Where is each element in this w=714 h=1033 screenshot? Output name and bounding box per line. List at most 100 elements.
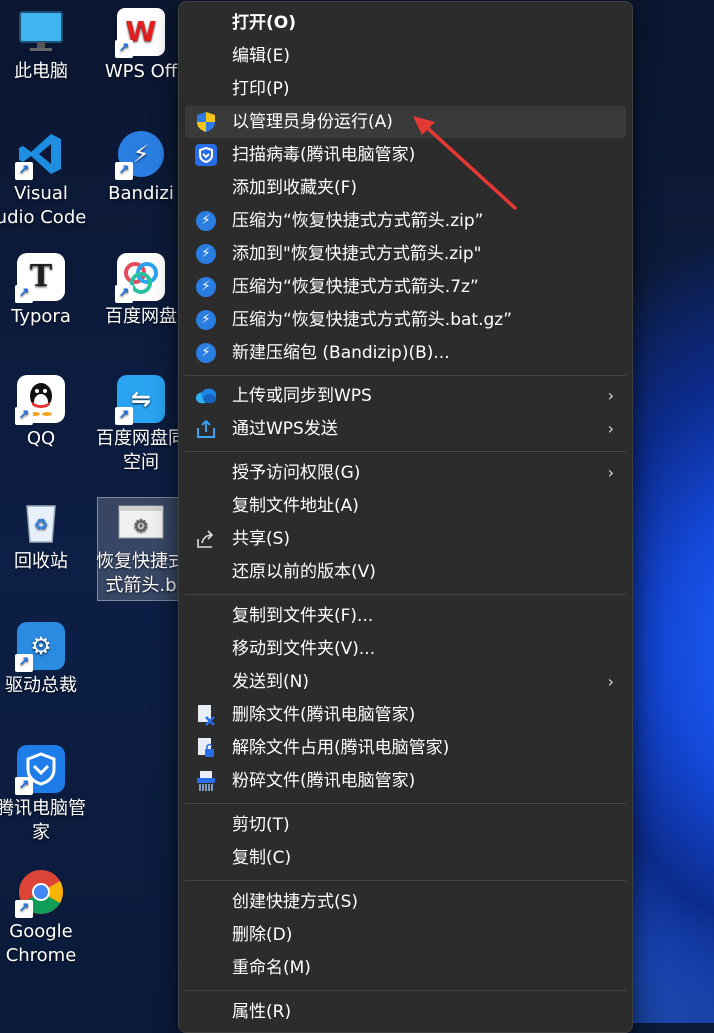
menu-item-label: 压缩为“恢复快捷式方式箭头.7z” bbox=[232, 277, 479, 297]
menu-item-label: 删除(D) bbox=[232, 925, 293, 945]
icon-label: 百度网盘同 空间 bbox=[96, 428, 186, 473]
menu-item-edit[interactable]: 编辑(E) bbox=[185, 40, 626, 72]
desktop-icon-qq[interactable]: ↗ QQ bbox=[0, 375, 89, 451]
menu-item-unlock-file-tencent[interactable]: 解除文件占用(腾讯电脑管家) bbox=[185, 732, 626, 764]
menu-item-label: 移动到文件夹(V)... bbox=[232, 639, 376, 659]
desktop-icon-chrome[interactable]: ↗ Google Chrome bbox=[0, 868, 89, 968]
menu-item-print[interactable]: 打印(P) bbox=[185, 73, 626, 105]
menu-item-upload-wps[interactable]: 上传或同步到WPS › bbox=[185, 380, 626, 412]
icon-label: Typora bbox=[11, 306, 71, 327]
menu-item-send-to[interactable]: 发送到(N) › bbox=[185, 666, 626, 698]
menu-item-label: 打印(P) bbox=[232, 79, 290, 99]
desktop-icon-bat-file[interactable]: ⚙ 恢复快捷式 式箭头.b bbox=[93, 498, 189, 598]
menu-item-cut[interactable]: 剪切(T) bbox=[185, 809, 626, 841]
menu-item-copy-path[interactable]: 复制文件地址(A) bbox=[185, 490, 626, 522]
icon-label: WPS Off bbox=[104, 61, 178, 82]
menu-item-label: 添加到"恢复快捷式方式箭头.zip" bbox=[232, 244, 482, 264]
desktop-icon-typora[interactable]: T ↗ Typora bbox=[0, 253, 89, 329]
bandizip-icon: ⚡ bbox=[195, 342, 217, 364]
menu-item-delete[interactable]: 删除(D) bbox=[185, 919, 626, 951]
menu-item-add-to-zip[interactable]: ⚡ 添加到"恢复快捷式方式箭头.zip" bbox=[185, 238, 626, 270]
menu-item-label: 重命名(M) bbox=[232, 958, 311, 978]
bandizip-icon: ⚡ ↗ bbox=[115, 130, 165, 180]
shield-icon: ↗ bbox=[15, 745, 65, 795]
menu-separator bbox=[185, 451, 626, 452]
desktop-icon-this-pc[interactable]: 此电脑 bbox=[0, 8, 89, 84]
menu-item-grant-access[interactable]: 授予访问权限(G) › bbox=[185, 457, 626, 489]
icon-label: 百度网盘 bbox=[105, 306, 177, 327]
cloud-icon bbox=[195, 385, 217, 407]
menu-item-new-archive[interactable]: ⚡ 新建压缩包 (Bandizip)(B)... bbox=[185, 337, 626, 369]
menu-item-label: 复制(C) bbox=[232, 848, 292, 868]
menu-separator bbox=[185, 594, 626, 595]
chevron-right-icon: › bbox=[607, 672, 614, 691]
vscode-icon: ↗ bbox=[15, 130, 65, 180]
bat-file-gear-icon: ⚙ bbox=[117, 498, 165, 546]
menu-item-label: 添加到收藏夹(F) bbox=[232, 178, 358, 198]
menu-item-label: 复制文件地址(A) bbox=[232, 496, 359, 516]
menu-item-shred-file-tencent[interactable]: 粉碎文件(腾讯电脑管家) bbox=[185, 765, 626, 797]
shredder-icon bbox=[195, 770, 217, 792]
annotation-arrow-icon bbox=[413, 116, 517, 210]
menu-separator bbox=[185, 803, 626, 804]
icon-label: Visual udio Code bbox=[0, 183, 87, 228]
svg-text:⚙: ⚙ bbox=[133, 516, 149, 537]
menu-item-label: 粉碎文件(腾讯电脑管家) bbox=[232, 771, 416, 791]
menu-item-compress-7z[interactable]: ⚡ 压缩为“恢复快捷式方式箭头.7z” bbox=[185, 271, 626, 303]
qq-penguin-icon: ↗ bbox=[15, 375, 65, 425]
menu-item-label: 以管理员身份运行(A) bbox=[232, 112, 393, 132]
menu-item-delete-file-tencent[interactable]: 删除文件(腾讯电脑管家) bbox=[185, 699, 626, 731]
menu-separator bbox=[185, 375, 626, 376]
bandizip-icon: ⚡ bbox=[195, 210, 217, 232]
tencent-shield-icon bbox=[195, 144, 217, 166]
icon-label: 驱动总裁 bbox=[5, 675, 77, 696]
menu-item-restore-versions[interactable]: 还原以前的版本(V) bbox=[185, 556, 626, 588]
menu-item-label: 新建压缩包 (Bandizip)(B)... bbox=[232, 343, 450, 363]
menu-item-create-shortcut[interactable]: 创建快捷方式(S) bbox=[185, 886, 626, 918]
desktop-icon-bandizip[interactable]: ⚡ ↗ Bandizi bbox=[93, 130, 189, 206]
delete-file-icon bbox=[195, 704, 217, 726]
desktop-icon-baidu-netdisk[interactable]: ↗ 百度网盘 bbox=[93, 253, 189, 329]
menu-item-share[interactable]: 共享(S) bbox=[185, 523, 626, 555]
menu-item-label: 通过WPS发送 bbox=[232, 419, 338, 439]
menu-item-move-to-folder[interactable]: 移动到文件夹(V)... bbox=[185, 633, 626, 665]
menu-item-send-wps[interactable]: 通过WPS发送 › bbox=[185, 413, 626, 445]
chevron-right-icon: › bbox=[607, 386, 614, 405]
icon-label: 此电脑 bbox=[14, 61, 68, 82]
menu-item-rename[interactable]: 重命名(M) bbox=[185, 952, 626, 984]
chrome-icon: ↗ bbox=[15, 868, 65, 918]
bandizip-icon: ⚡ bbox=[195, 243, 217, 265]
icon-label: QQ bbox=[26, 428, 56, 449]
menu-item-label: 创建快捷方式(S) bbox=[232, 892, 359, 912]
menu-item-label: 共享(S) bbox=[232, 529, 291, 549]
sync-space-icon: ⇋ ↗ bbox=[115, 375, 165, 425]
menu-item-label: 上传或同步到WPS bbox=[232, 386, 372, 406]
typora-icon: T ↗ bbox=[15, 253, 65, 303]
desktop-icon-recycle-bin[interactable]: ♻ 回收站 bbox=[0, 498, 89, 574]
icon-label: 回收站 bbox=[14, 551, 68, 572]
desktop-icon-vscode[interactable]: ↗ Visual udio Code bbox=[0, 130, 89, 230]
share-icon bbox=[195, 528, 217, 550]
menu-item-copy-to-folder[interactable]: 复制到文件夹(F)... bbox=[185, 600, 626, 632]
menu-item-label: 还原以前的版本(V) bbox=[232, 562, 376, 582]
menu-item-label: 编辑(E) bbox=[232, 46, 291, 66]
wps-icon: W ↗ bbox=[115, 8, 165, 58]
menu-item-label: 压缩为“恢复快捷式方式箭头.bat.gz” bbox=[232, 310, 513, 330]
desktop-icon-tencent-pc-manager[interactable]: ↗ 腾讯电脑管家 bbox=[0, 745, 89, 845]
uac-shield-icon bbox=[195, 111, 217, 133]
menu-item-copy[interactable]: 复制(C) bbox=[185, 842, 626, 874]
menu-item-compress-gz[interactable]: ⚡ 压缩为“恢复快捷式方式箭头.bat.gz” bbox=[185, 304, 626, 336]
menu-item-label: 发送到(N) bbox=[232, 672, 309, 692]
bandizip-icon: ⚡ bbox=[195, 309, 217, 331]
desktop-icon-baidu-sync[interactable]: ⇋ ↗ 百度网盘同 空间 bbox=[93, 375, 189, 475]
menu-item-label: 授予访问权限(G) bbox=[232, 463, 361, 483]
menu-item-properties[interactable]: 属性(R) bbox=[185, 996, 626, 1028]
desktop-icon-wps[interactable]: W ↗ WPS Off bbox=[93, 8, 189, 84]
unlock-file-icon bbox=[195, 737, 217, 759]
menu-item-label: 删除文件(腾讯电脑管家) bbox=[232, 705, 416, 725]
icon-label: Bandizi bbox=[108, 183, 174, 204]
desktop-icon-driver[interactable]: ⚙ ↗ 驱动总裁 bbox=[0, 622, 89, 698]
baidu-netdisk-icon: ↗ bbox=[115, 253, 165, 303]
menu-item-label: 解除文件占用(腾讯电脑管家) bbox=[232, 738, 450, 758]
menu-item-open[interactable]: 打开(O) bbox=[185, 7, 626, 39]
